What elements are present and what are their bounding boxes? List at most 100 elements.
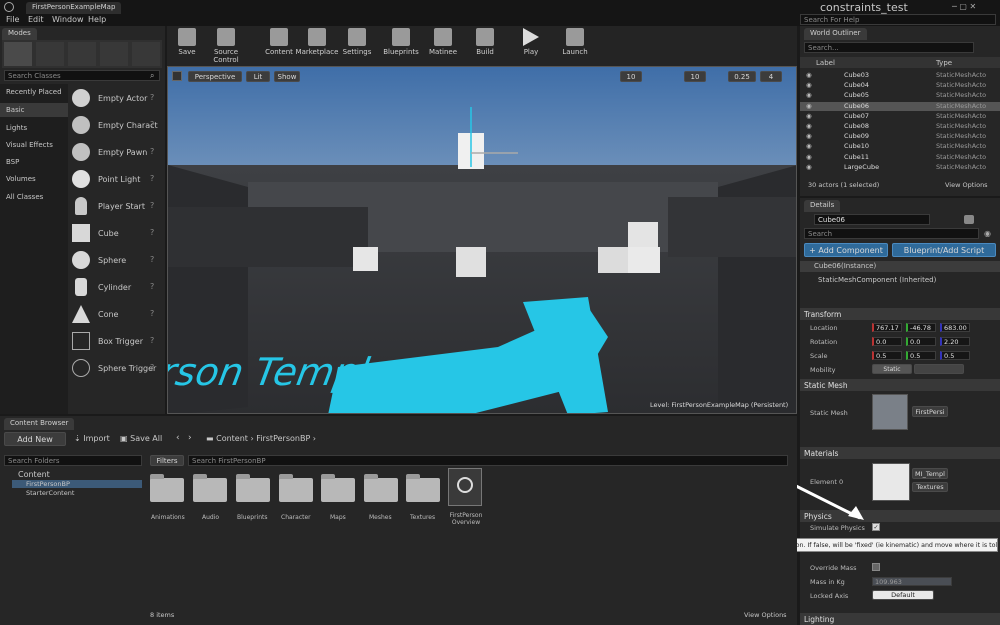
geometry-mode-icon[interactable] — [132, 42, 160, 66]
list-item[interactable]: Point Light ? — [70, 167, 162, 191]
list-item[interactable]: Empty Actor ? — [70, 86, 162, 110]
scale-snap-value[interactable]: 0.25 — [728, 71, 756, 82]
outliner-row[interactable]: ◉ Cube03 StaticMeshActo — [800, 71, 1000, 80]
category-basic[interactable]: Basic — [0, 103, 68, 117]
visibility-eye-icon[interactable]: ◉ — [806, 102, 812, 110]
level-viewport[interactable]: Person Templ Perspective Lit Show 10 10 … — [167, 66, 797, 414]
rotation-z[interactable]: 2.20 — [940, 337, 970, 346]
visibility-eye-icon[interactable]: ◉ — [806, 122, 812, 130]
blueprints-button[interactable]: Blueprints — [381, 28, 421, 62]
scale-x[interactable]: 0.5 — [872, 351, 902, 360]
breadcrumb-content[interactable]: Content — [216, 434, 248, 443]
level-tab[interactable]: FirstPersonExampleMap — [26, 2, 122, 14]
menu-file[interactable]: File — [6, 15, 19, 24]
category-bsp[interactable]: BSP — [6, 158, 19, 166]
asset-search-input[interactable]: Search FirstPersonBP — [188, 455, 788, 466]
place-mode-icon[interactable] — [4, 42, 32, 66]
override-mass-checkbox[interactable] — [872, 563, 880, 571]
search-folders-input[interactable]: Search Folders — [4, 455, 142, 466]
locked-axis-dropdown[interactable]: Default — [872, 590, 934, 600]
modes-tab[interactable]: Modes — [2, 28, 37, 40]
menu-edit[interactable]: Edit — [28, 15, 44, 24]
search-classes-input[interactable]: Search Classes — [4, 70, 160, 81]
visibility-eye-icon[interactable]: ◉ — [806, 132, 812, 140]
add-new-button[interactable]: Add New — [4, 432, 66, 446]
location-x[interactable]: 767.17 — [872, 323, 902, 332]
outliner-search-input[interactable]: Search... — [804, 42, 974, 53]
static-mesh-header[interactable]: Static Mesh — [800, 379, 1000, 391]
list-item[interactable]: Empty Charact ? — [70, 113, 162, 137]
list-item[interactable]: Sphere Trigger ? — [70, 356, 162, 380]
mass-value[interactable]: 109.963 — [872, 577, 952, 586]
column-type[interactable]: Type — [936, 59, 952, 67]
outliner-row[interactable]: ◉ Cube08 StaticMeshActo — [800, 122, 1000, 131]
folder-animations[interactable] — [150, 474, 184, 502]
mobility-movable-button[interactable] — [914, 364, 964, 374]
material-dropdown[interactable]: MI_Templ — [912, 468, 948, 479]
breadcrumb-firstpersonbp[interactable]: FirstPersonBP — [256, 434, 310, 443]
landscape-mode-icon[interactable] — [68, 42, 96, 66]
outliner-row[interactable]: ◉ LargeCube StaticMeshActo — [800, 163, 1000, 172]
outliner-row[interactable]: ◉ Cube05 StaticMeshActo — [800, 91, 1000, 100]
build-button[interactable]: Build — [465, 28, 505, 62]
outliner-row[interactable]: ◉ Cube09 StaticMeshActo — [800, 132, 1000, 141]
tree-content[interactable]: Content — [18, 470, 50, 479]
marketplace-button[interactable]: Marketplace — [295, 28, 339, 62]
paint-mode-icon[interactable] — [36, 42, 64, 66]
category-all-classes[interactable]: All Classes — [6, 193, 43, 201]
outliner-row[interactable]: ◉ Cube10 StaticMeshActo — [800, 142, 1000, 151]
list-item[interactable]: Cone ? — [70, 302, 162, 326]
world-outliner-tab[interactable]: World Outliner — [804, 28, 867, 40]
camera-speed-value[interactable]: 4 — [760, 71, 782, 82]
category-lights[interactable]: Lights — [6, 124, 27, 132]
menu-window[interactable]: Window — [52, 15, 84, 24]
outliner-view-options[interactable]: View Options — [945, 181, 988, 189]
angle-snap-value[interactable]: 10 — [684, 71, 706, 82]
blueprint-script-button[interactable]: Blueprint/Add Script — [892, 243, 996, 257]
settings-button[interactable]: Settings — [337, 28, 377, 62]
component-static-mesh[interactable]: StaticMeshComponent (Inherited) — [818, 276, 936, 284]
import-button[interactable]: ⇣ Import — [74, 434, 110, 443]
lighting-header[interactable]: Lighting — [800, 613, 1000, 625]
visibility-eye-icon[interactable]: ◉ — [806, 81, 812, 89]
window-controls[interactable]: ─ ▢ ✕ — [952, 2, 976, 11]
list-item[interactable]: Empty Pawn ? — [70, 140, 162, 164]
save-all-button[interactable]: ▣ Save All — [120, 434, 162, 443]
source-control-button[interactable]: Source Control — [201, 28, 251, 64]
grid-snap-value[interactable]: 10 — [620, 71, 642, 82]
nav-back-icon[interactable]: ‹ — [176, 433, 180, 443]
filters-button[interactable]: Filters — [150, 455, 184, 466]
folder-textures[interactable] — [406, 474, 440, 502]
static-mesh-dropdown[interactable]: FirstPersi — [912, 406, 948, 417]
visibility-eye-icon[interactable]: ◉ — [806, 112, 812, 120]
transform-header[interactable]: Transform — [800, 308, 1000, 320]
component-instance[interactable]: Cube06(Instance) — [800, 261, 1000, 272]
tree-startercontent[interactable]: StarterContent — [26, 489, 74, 497]
actor-name-field[interactable]: Cube06 — [814, 214, 930, 225]
viewport-options-button[interactable] — [172, 71, 182, 81]
details-tab[interactable]: Details — [804, 200, 841, 212]
content-view-options[interactable]: View Options — [744, 611, 787, 619]
visibility-eye-icon[interactable]: ◉ — [806, 71, 812, 79]
play-button[interactable]: Play — [511, 28, 551, 62]
perspective-button[interactable]: Perspective — [188, 71, 242, 82]
scale-y[interactable]: 0.5 — [906, 351, 936, 360]
location-y[interactable]: -46.78 — [906, 323, 936, 332]
location-z[interactable]: 683.00 — [940, 323, 970, 332]
textures-dropdown[interactable]: Textures — [912, 482, 948, 492]
show-button[interactable]: Show — [274, 71, 300, 82]
tree-firstpersonbp[interactable]: FirstPersonBP — [12, 480, 142, 488]
folder-maps[interactable] — [321, 474, 355, 502]
outliner-row[interactable]: ◉ Cube06 StaticMeshActo — [800, 101, 1000, 111]
overview-asset-thumbnail[interactable] — [448, 468, 482, 506]
folder-character[interactable] — [279, 474, 313, 502]
category-visual-effects[interactable]: Visual Effects — [6, 141, 53, 149]
folder-audio[interactable] — [193, 474, 227, 502]
list-item[interactable]: Cube ? — [70, 221, 162, 245]
outliner-row[interactable]: ◉ Cube07 StaticMeshActo — [800, 112, 1000, 121]
list-item[interactable]: Sphere ? — [70, 248, 162, 272]
content-browser-tab[interactable]: Content Browser — [4, 418, 75, 430]
static-mesh-thumbnail[interactable] — [872, 394, 908, 430]
mobility-static-button[interactable]: Static — [872, 364, 912, 374]
foliage-mode-icon[interactable] — [100, 42, 128, 66]
